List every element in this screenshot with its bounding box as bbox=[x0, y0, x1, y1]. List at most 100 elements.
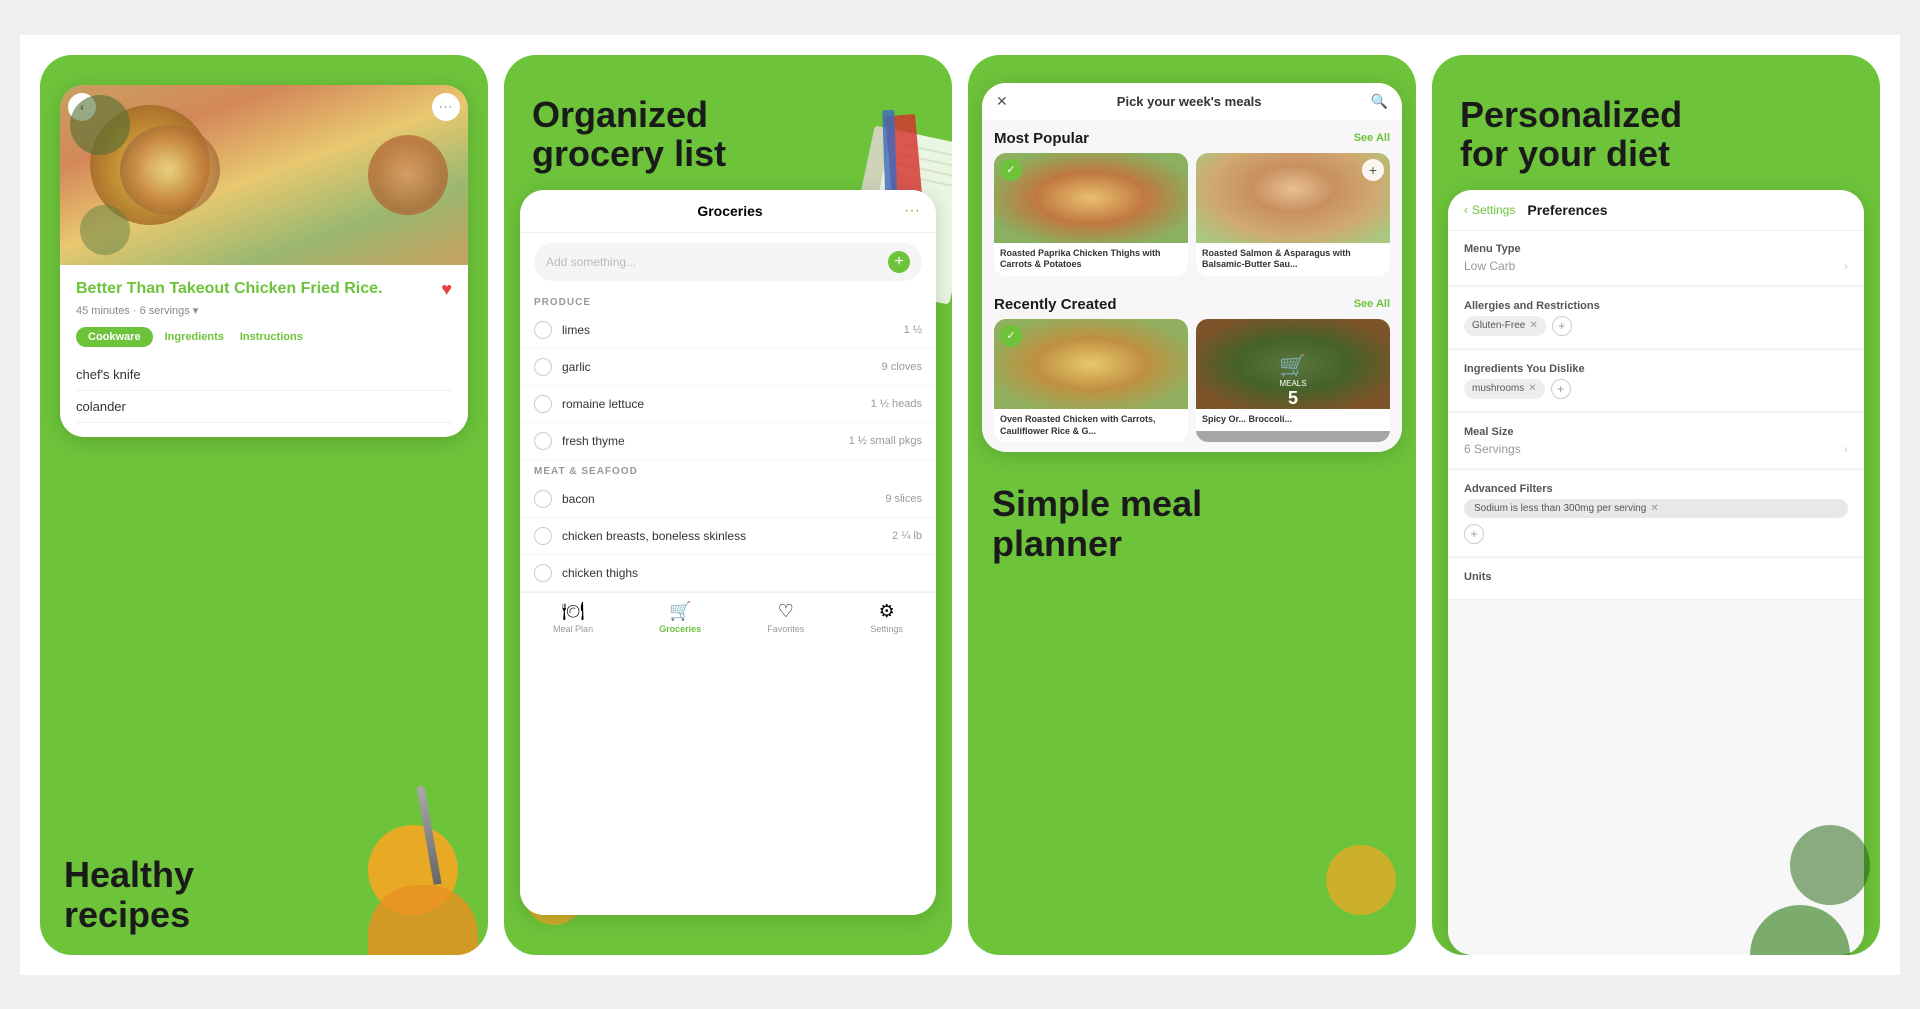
advanced-filters-label: Advanced Filters bbox=[1464, 483, 1848, 495]
add-meal-plus-salmon[interactable]: + bbox=[1362, 159, 1384, 181]
grocery-item-romaine: romaine lettuce 1 ½ heads bbox=[520, 386, 936, 423]
add-item-placeholder: Add something... bbox=[546, 255, 888, 269]
item-name-bacon: bacon bbox=[562, 492, 885, 506]
recently-created-see-all[interactable]: See All bbox=[1354, 298, 1390, 310]
recipe-title-row: Better Than Takeout Chicken Fried Rice. … bbox=[76, 279, 452, 300]
close-icon[interactable]: ✕ bbox=[996, 93, 1008, 110]
add-allergy-button[interactable]: + bbox=[1552, 316, 1572, 336]
item-qty-bacon: 9 slices bbox=[885, 493, 922, 505]
tab-ingredients[interactable]: Ingredients bbox=[161, 327, 228, 347]
item-checkbox-chicken-thighs[interactable] bbox=[534, 564, 552, 582]
settings-header: ‹ Settings Preferences bbox=[1448, 190, 1864, 231]
panel-personalized-diet: Personalized for your diet ‹ Settings Pr… bbox=[1432, 55, 1880, 955]
sodium-filter-remove-icon[interactable]: ✕ bbox=[1650, 503, 1658, 514]
sodium-filter-tag[interactable]: Sodium is less than 300mg per serving ✕ bbox=[1464, 499, 1848, 518]
nav-settings-label: Settings bbox=[870, 624, 903, 634]
panel4-dark-decor bbox=[1790, 825, 1870, 905]
item-checkbox-limes[interactable] bbox=[534, 321, 552, 339]
add-item-button[interactable]: + bbox=[888, 251, 910, 273]
nav-groceries[interactable]: 🛒 Groceries bbox=[659, 601, 701, 634]
add-item-input-row[interactable]: Add something... + bbox=[534, 243, 922, 281]
item-checkbox-bacon[interactable] bbox=[534, 490, 552, 508]
settings-back-label: Settings bbox=[1472, 203, 1515, 217]
mushrooms-remove-icon[interactable]: ✕ bbox=[1528, 383, 1536, 394]
item-name-thyme: fresh thyme bbox=[562, 434, 849, 448]
grocery-item-garlic: garlic 9 cloves bbox=[520, 349, 936, 386]
search-icon[interactable]: 🔍 bbox=[1371, 93, 1388, 110]
recently-created-title: Recently Created bbox=[994, 296, 1117, 313]
add-dislike-button[interactable]: + bbox=[1551, 379, 1571, 399]
most-popular-see-all[interactable]: See All bbox=[1354, 132, 1390, 144]
meal-plan-icon: 🍽 bbox=[562, 601, 585, 622]
settings-menu-type-section: Menu Type Low Carb › bbox=[1448, 231, 1864, 286]
grocery-header: Groceries ··· bbox=[520, 190, 936, 233]
meal-card-paprika-name: Roasted Paprika Chicken Thighs with Carr… bbox=[994, 243, 1188, 276]
section-meat-label: MEAT & SEAFOOD bbox=[520, 460, 936, 481]
selected-checkmark-oven: ✓ bbox=[1000, 325, 1022, 347]
item-checkbox-romaine[interactable] bbox=[534, 395, 552, 413]
meal-card-paprika-chicken[interactable]: ✓ Roasted Paprika Chicken Thighs with Ca… bbox=[994, 153, 1188, 276]
nav-meal-plan[interactable]: 🍽 Meal Plan bbox=[553, 601, 593, 634]
meal-size-chevron-icon: › bbox=[1844, 442, 1848, 456]
item-qty-garlic: 9 cloves bbox=[882, 361, 922, 373]
recipe-hero-image: ‹ ··· bbox=[60, 85, 468, 265]
meal-card-salmon[interactable]: + Roasted Salmon & Asparagus with Balsam… bbox=[1196, 153, 1390, 276]
nav-favorites-label: Favorites bbox=[767, 624, 804, 634]
more-button[interactable]: ··· bbox=[432, 93, 460, 121]
tab-instructions[interactable]: Instructions bbox=[236, 327, 307, 347]
item-name-chicken-breasts: chicken breasts, boneless skinless bbox=[562, 529, 892, 543]
gluten-free-tag[interactable]: Gluten-Free ✕ bbox=[1464, 316, 1546, 336]
panel3-heading: Simple meal planner bbox=[968, 468, 1416, 587]
dislike-tag-row: mushrooms ✕ + bbox=[1464, 379, 1848, 399]
meal-card-broccoli-name: Spicy Or... Broccolí... bbox=[1196, 409, 1390, 431]
menu-type-value: Low Carb bbox=[1464, 259, 1515, 273]
gluten-free-tag-label: Gluten-Free bbox=[1472, 320, 1525, 331]
meal-planner-title: Pick your week's meals bbox=[1117, 94, 1262, 109]
item-checkbox-thyme[interactable] bbox=[534, 432, 552, 450]
meal-card-oven-name: Oven Roasted Chicken with Carrots, Cauli… bbox=[994, 409, 1188, 442]
item-checkbox-garlic[interactable] bbox=[534, 358, 552, 376]
add-filter-button[interactable]: + bbox=[1464, 524, 1484, 544]
settings-dislike-section: Ingredients You Dislike mushrooms ✕ + bbox=[1448, 351, 1864, 412]
settings-meal-size-section: Meal Size 6 Servings › bbox=[1448, 414, 1864, 469]
grocery-item-limes: limes 1 ½ bbox=[520, 312, 936, 349]
grocery-more-button[interactable]: ··· bbox=[904, 202, 920, 220]
panel3-orange-decor bbox=[1326, 845, 1396, 915]
most-popular-header: Most Popular See All bbox=[982, 120, 1402, 153]
meal-card-oven-chicken[interactable]: ✓ Oven Roasted Chicken with Carrots, Cau… bbox=[994, 319, 1188, 442]
meal-size-value: 6 Servings bbox=[1464, 442, 1521, 456]
settings-page-title: Preferences bbox=[1527, 202, 1607, 218]
recently-created-grid: ✓ Oven Roasted Chicken with Carrots, Cau… bbox=[982, 319, 1402, 452]
most-popular-grid: ✓ Roasted Paprika Chicken Thighs with Ca… bbox=[982, 153, 1402, 286]
menu-type-chevron-icon: › bbox=[1844, 259, 1848, 273]
meal-card-salmon-name: Roasted Salmon & Asparagus with Balsamic… bbox=[1196, 243, 1390, 276]
meal-card-spicy-broccoli[interactable]: 🛒 MEALS 5 Spicy Or... Broccolí... bbox=[1196, 319, 1390, 442]
item-checkbox-chicken-breasts[interactable] bbox=[534, 527, 552, 545]
cookware-item-2: colander bbox=[76, 391, 452, 423]
recipe-title: Better Than Takeout Chicken Fried Rice. bbox=[76, 279, 433, 298]
nav-settings[interactable]: ⚙ Settings bbox=[870, 601, 903, 634]
settings-advanced-filters-section: Advanced Filters Sodium is less than 300… bbox=[1448, 471, 1864, 557]
grocery-title: Groceries bbox=[556, 203, 904, 219]
tab-cookware[interactable]: Cookware bbox=[76, 327, 153, 347]
cart-icon: 🛒 bbox=[1279, 353, 1306, 379]
nav-groceries-label: Groceries bbox=[659, 624, 701, 634]
groceries-icon: 🛒 bbox=[669, 601, 691, 622]
nav-favorites[interactable]: ♡ Favorites bbox=[767, 601, 804, 634]
most-popular-title: Most Popular bbox=[994, 130, 1089, 147]
recently-created-header: Recently Created See All bbox=[982, 286, 1402, 319]
favorite-icon[interactable]: ♥ bbox=[441, 279, 452, 300]
meal-size-label: Meal Size bbox=[1464, 426, 1848, 438]
gluten-free-remove-icon[interactable]: ✕ bbox=[1529, 320, 1537, 331]
meal-size-value-row: 6 Servings › bbox=[1464, 442, 1848, 456]
panel-grocery-list: Organized grocery list Groceries ··· Add… bbox=[504, 55, 952, 955]
grocery-item-chicken-thighs: chicken thighs bbox=[520, 555, 936, 592]
settings-icon: ⚙ bbox=[879, 601, 895, 622]
settings-units-section: Units bbox=[1448, 559, 1864, 600]
item-qty-romaine: 1 ½ heads bbox=[871, 398, 922, 410]
chevron-left-icon: ‹ bbox=[1464, 203, 1468, 217]
settings-back-button[interactable]: ‹ Settings bbox=[1464, 203, 1515, 217]
meals-label: MEALS bbox=[1279, 379, 1306, 388]
grocery-item-bacon: bacon 9 slices bbox=[520, 481, 936, 518]
mushrooms-tag[interactable]: mushrooms ✕ bbox=[1464, 379, 1545, 399]
